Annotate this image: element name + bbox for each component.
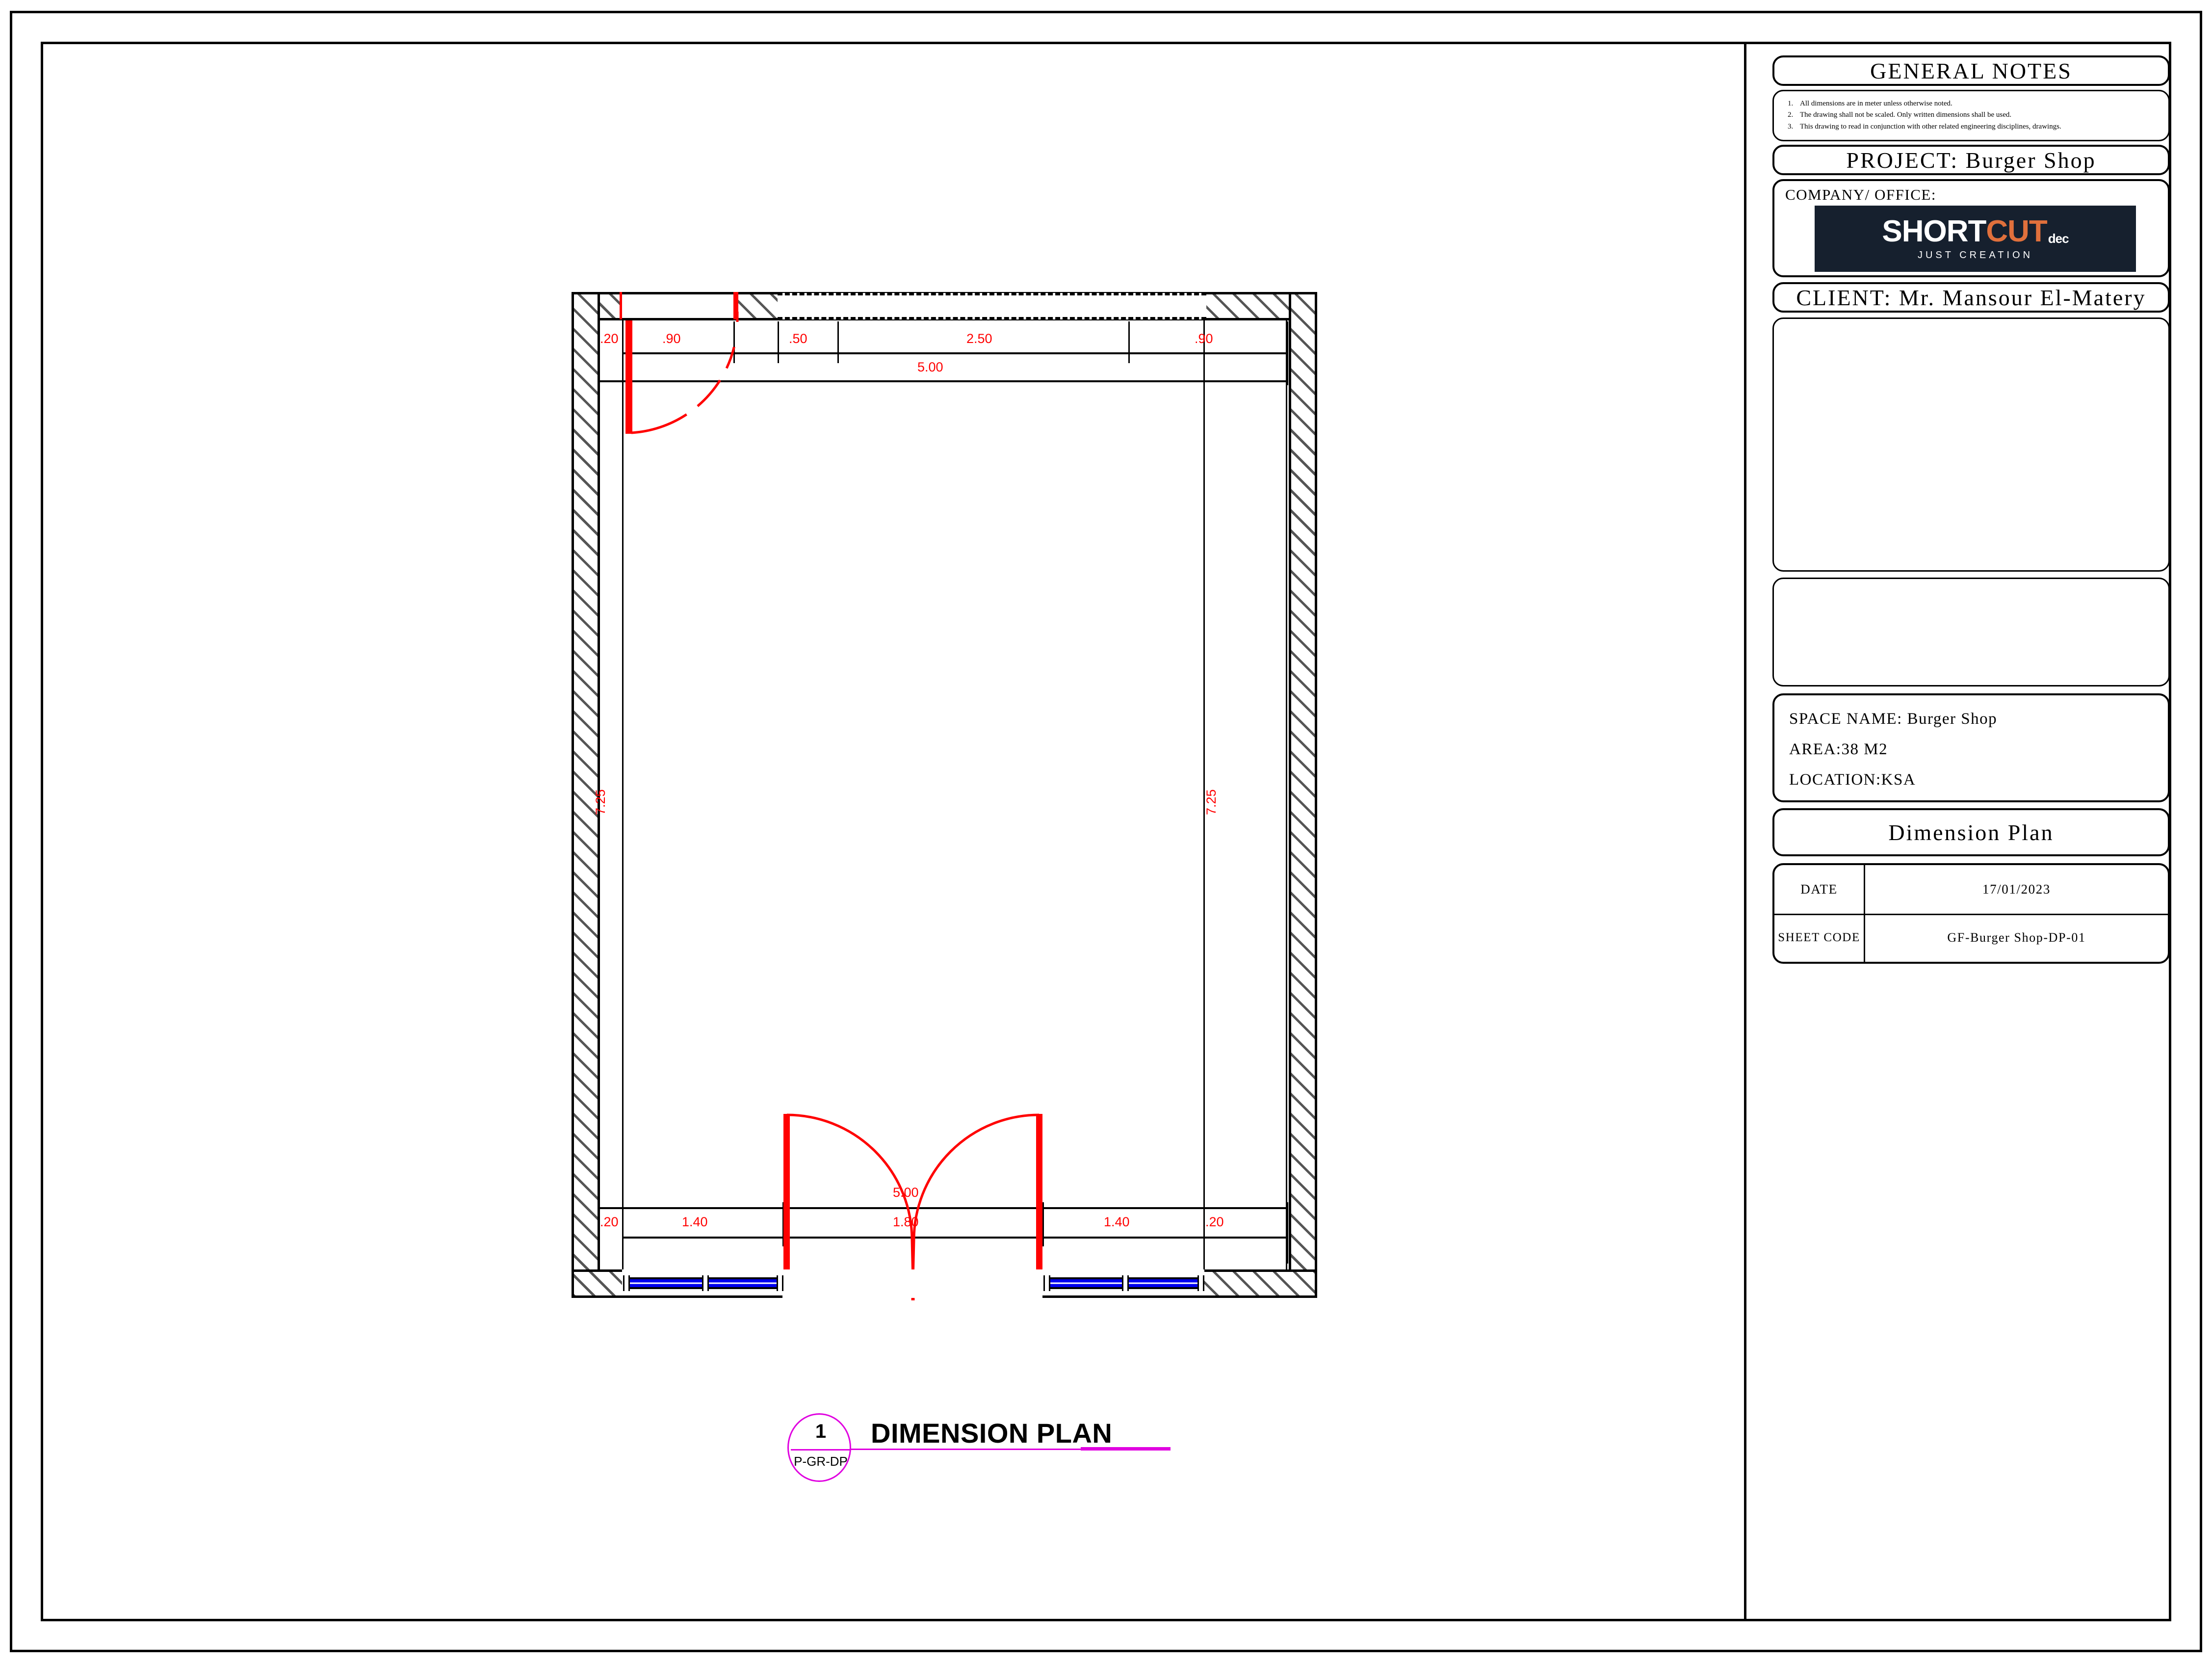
note-number: 1. <box>1788 100 1794 107</box>
dim-bottom-3: 1.40 <box>1104 1214 1130 1229</box>
drawing-title-block: 1 P-GR-DP DIMENSION PLAN <box>787 1413 1327 1492</box>
company-label: COMPANY/ OFFICE: <box>1785 186 1936 203</box>
note-text: All dimensions are in meter unless other… <box>1800 100 1952 107</box>
note-item-3: 3. This drawing to read in conjunction w… <box>1788 121 2162 132</box>
note-text: The drawing shall not be scaled. Only wr… <box>1800 111 2012 119</box>
general-notes-header: GENERAL NOTES <box>1772 55 2170 86</box>
space-info-field: SPACE NAME: Burger Shop AREA:38 M2 LOCAT… <box>1772 693 2170 802</box>
drawing-sheet: .20 .90 .50 2.50 .90 5.00 7.25 7.25 .20 … <box>0 0 2212 1663</box>
general-notes-body: 1. All dimensions are in meter unless ot… <box>1772 90 2170 141</box>
note-item-1: 1. All dimensions are in meter unless ot… <box>1788 98 2162 109</box>
dim-top-4: .90 <box>1195 331 1213 346</box>
project-text: PROJECT: Burger Shop <box>1846 147 2096 173</box>
drawing-title-text: DIMENSION PLAN <box>871 1418 1113 1449</box>
sheet-title-field: Dimension Plan <box>1772 808 2170 856</box>
logo-tagline: JUST CREATION <box>1917 250 2033 261</box>
dim-ext-t4 <box>837 321 839 363</box>
dim-ext-b0 <box>599 1202 600 1264</box>
dim-bottom-1: 1.40 <box>682 1214 708 1229</box>
glazing-mullion-right-b <box>1122 1275 1129 1291</box>
space-name-text: SPACE NAME: Burger Shop <box>1789 710 1998 728</box>
logo-part-white: SHORT <box>1882 214 1986 248</box>
date-value: 17/01/2023 <box>1982 881 2051 897</box>
dim-top-3: 2.50 <box>966 331 992 346</box>
dim-ext-t6 <box>1287 321 1288 385</box>
company-field: COMPANY/ OFFICE: SHORT CUT dec JUST CREATI… <box>1772 179 2170 277</box>
title-block: GENERAL NOTES 1. All dimensions are in m… <box>1764 47 2178 1612</box>
glazing-mullion-right-a <box>1043 1275 1050 1291</box>
note-number: 2. <box>1788 111 1794 119</box>
floor-plan: .20 .90 .50 2.50 .90 5.00 7.25 7.25 .20 … <box>572 280 1317 1305</box>
blank-panel-lower <box>1772 578 2170 686</box>
blank-panel-upper <box>1772 317 2170 572</box>
wall-opening-top <box>622 292 733 320</box>
drawing-tag-number: 1 <box>815 1421 827 1442</box>
dim-ext-t5 <box>1128 321 1130 363</box>
drawing-tag-code: P-GR-DP <box>794 1454 848 1469</box>
client-field: CLIENT: Mr. Mansour El-Matery <box>1772 282 2170 313</box>
area-text: AREA:38 M2 <box>1789 740 1888 758</box>
drawing-title-underline <box>850 1449 1081 1450</box>
note-text: This drawing to read in conjunction with… <box>1800 122 2061 131</box>
door-top-swing-arc <box>631 312 739 434</box>
glazing-mullion-left-c <box>777 1275 783 1291</box>
drawing-title-underline-thick <box>1081 1447 1171 1451</box>
sheet-title-text: Dimension Plan <box>1888 819 2054 845</box>
dim-bottom-0: .20 <box>600 1214 619 1229</box>
dim-top-0: .20 <box>600 331 619 346</box>
drawing-tag-ellipse[interactable]: 1 P-GR-DP <box>787 1413 851 1482</box>
date-label: DATE <box>1800 881 1838 897</box>
location-text: LOCATION:KSA <box>1789 771 1916 789</box>
dim-top-overall: 5.00 <box>917 360 943 374</box>
ref-line-left-inner <box>622 320 624 1269</box>
date-code-table: DATE 17/01/2023 SHEET CODE GF-Burger Sho… <box>1772 863 2170 964</box>
logo-part-orange: CUT <box>1986 214 2047 248</box>
dim-left-vertical: 7.25 <box>593 789 608 815</box>
dim-ext-t3 <box>778 321 779 363</box>
dim-ext-b1 <box>622 1202 624 1264</box>
glazing-mullion-left-b <box>702 1275 709 1291</box>
wall-right <box>1289 292 1317 1298</box>
project-field: PROJECT: Burger Shop <box>1772 145 2170 175</box>
note-number: 3. <box>1788 122 1794 131</box>
glazing-mullion-right-c <box>1197 1275 1204 1291</box>
sheet-code-value: GF-Burger Shop-DP-01 <box>1947 930 2086 945</box>
dim-ext-b5 <box>1287 1202 1288 1264</box>
ref-line-right-outer <box>1286 320 1287 1269</box>
sheet-code-label: SHEET CODE <box>1778 930 1860 944</box>
general-notes-header-text: GENERAL NOTES <box>1870 58 2072 83</box>
titleblock-divider <box>1744 42 1746 1621</box>
wall-opening-bottom-door <box>782 1269 1042 1298</box>
logo-wordmark: SHORT CUT dec <box>1882 214 2069 248</box>
dim-top-2: .50 <box>789 331 807 346</box>
dim-bottom-4: .20 <box>1205 1214 1224 1229</box>
drawing-tag-divider <box>791 1449 851 1451</box>
dim-ext-b4 <box>1203 1202 1205 1264</box>
company-logo: SHORT CUT dec JUST CREATION <box>1815 206 2136 272</box>
logo-suffix: dec <box>2048 231 2069 246</box>
overhead-dashed-line <box>778 293 1206 319</box>
client-text: CLIENT: Mr. Mansour El-Matery <box>1796 285 2146 310</box>
glazing-mullion-left-a <box>623 1275 630 1291</box>
dim-right-vertical: 7.25 <box>1204 789 1219 815</box>
note-item-2: 2. The drawing shall not be scaled. Only… <box>1788 109 2162 121</box>
